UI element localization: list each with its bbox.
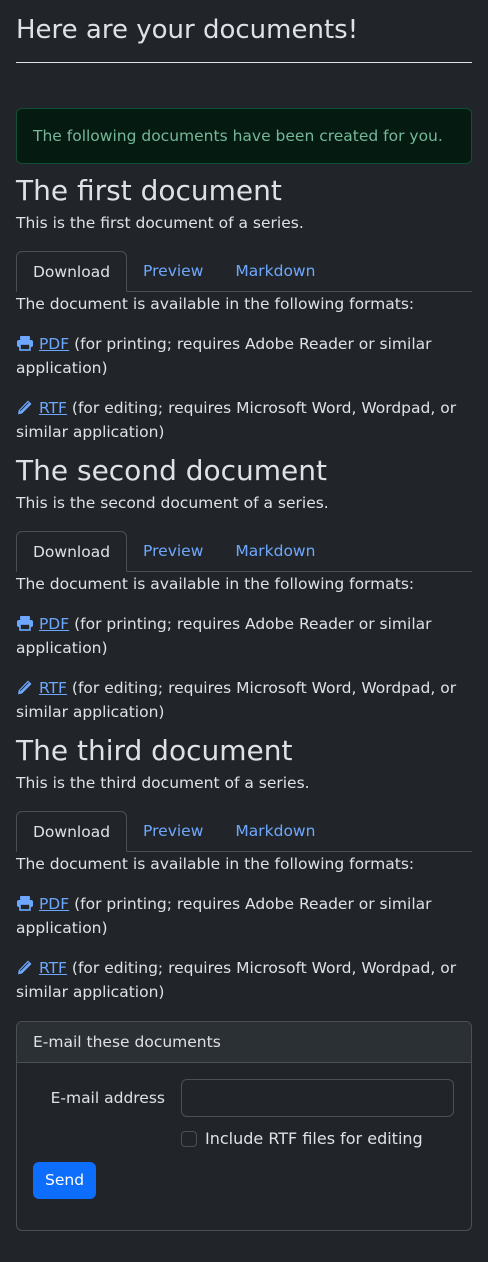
- formats-intro: The document is available in the followi…: [16, 855, 415, 873]
- pdf-link[interactable]: PDF: [39, 615, 69, 633]
- email-label: E-mail address: [50, 1089, 165, 1107]
- printer-icon: [16, 614, 34, 631]
- email-input[interactable]: [181, 1079, 454, 1117]
- documents-list: The first document This is the first doc…: [16, 174, 472, 1004]
- document-description: This is the second document of a series.: [16, 494, 329, 512]
- rtf-link[interactable]: RTF: [39, 399, 67, 417]
- email-card: E-mail these documents E-mail address In…: [16, 1021, 472, 1231]
- email-card-body: E-mail address Include RTF files for edi…: [17, 1063, 471, 1215]
- pdf-note: (for printing; requires Adobe Reader or …: [16, 895, 432, 937]
- download-tab-content: The document is available in the followi…: [16, 572, 472, 724]
- pencil-icon: [16, 678, 34, 695]
- formats-intro: The document is available in the followi…: [16, 575, 415, 593]
- page: Here are your documents! The following d…: [0, 0, 488, 1231]
- tab-preview[interactable]: Preview: [127, 531, 219, 571]
- format-rtf: RTF (for editing; requires Microsoft Wor…: [16, 956, 472, 1004]
- format-rtf: RTF (for editing; requires Microsoft Wor…: [16, 676, 472, 724]
- rtf-link[interactable]: RTF: [39, 959, 67, 977]
- success-alert: The following documents have been create…: [16, 108, 472, 164]
- page-title: Here are your documents!: [16, 0, 472, 63]
- format-pdf: PDF (for printing; requires Adobe Reader…: [16, 612, 472, 660]
- document-section: The second document This is the second d…: [16, 454, 472, 724]
- document-description: This is the first document of a series.: [16, 214, 304, 232]
- download-tab-content: The document is available in the followi…: [16, 292, 472, 444]
- pdf-link[interactable]: PDF: [39, 335, 69, 353]
- printer-icon: [16, 894, 34, 911]
- tab-markdown[interactable]: Markdown: [219, 811, 331, 851]
- document-tabs: Download Preview Markdown: [16, 251, 472, 292]
- pdf-note: (for printing; requires Adobe Reader or …: [16, 335, 432, 377]
- tab-download[interactable]: Download: [16, 531, 128, 572]
- rtf-checkbox-row[interactable]: Include RTF files for editing: [181, 1127, 455, 1151]
- download-tab-content: The document is available in the followi…: [16, 852, 472, 1004]
- rtf-note: (for editing; requires Microsoft Word, W…: [16, 399, 457, 441]
- pdf-link[interactable]: PDF: [39, 895, 69, 913]
- tab-markdown[interactable]: Markdown: [219, 531, 331, 571]
- document-title: The second document: [16, 454, 328, 487]
- tab-markdown[interactable]: Markdown: [219, 251, 331, 291]
- tab-download[interactable]: Download: [16, 811, 128, 852]
- pencil-icon: [16, 958, 34, 975]
- include-rtf-checkbox[interactable]: [181, 1131, 197, 1147]
- document-description: This is the third document of a series.: [16, 774, 310, 792]
- document-title: The first document: [16, 174, 282, 207]
- email-card-header: E-mail these documents: [17, 1022, 471, 1063]
- document-section: The third document This is the third doc…: [16, 734, 472, 1004]
- formats-intro: The document is available in the followi…: [16, 295, 415, 313]
- document-title: The third document: [16, 734, 293, 767]
- email-row: E-mail address: [33, 1079, 455, 1117]
- format-rtf: RTF (for editing; requires Microsoft Wor…: [16, 396, 472, 444]
- tab-download[interactable]: Download: [16, 251, 128, 292]
- format-pdf: PDF (for printing; requires Adobe Reader…: [16, 332, 472, 380]
- rtf-link[interactable]: RTF: [39, 679, 67, 697]
- rtf-note: (for editing; requires Microsoft Word, W…: [16, 959, 457, 1001]
- rtf-note: (for editing; requires Microsoft Word, W…: [16, 679, 457, 721]
- tab-preview[interactable]: Preview: [127, 251, 219, 291]
- include-rtf-label[interactable]: Include RTF files for editing: [205, 1127, 423, 1151]
- format-pdf: PDF (for printing; requires Adobe Reader…: [16, 892, 472, 940]
- document-tabs: Download Preview Markdown: [16, 531, 472, 572]
- send-button[interactable]: Send: [33, 1162, 97, 1199]
- document-section: The first document This is the first doc…: [16, 174, 472, 444]
- printer-icon: [16, 334, 34, 351]
- tab-preview[interactable]: Preview: [127, 811, 219, 851]
- document-tabs: Download Preview Markdown: [16, 811, 472, 852]
- pdf-note: (for printing; requires Adobe Reader or …: [16, 615, 432, 657]
- pencil-icon: [16, 398, 34, 415]
